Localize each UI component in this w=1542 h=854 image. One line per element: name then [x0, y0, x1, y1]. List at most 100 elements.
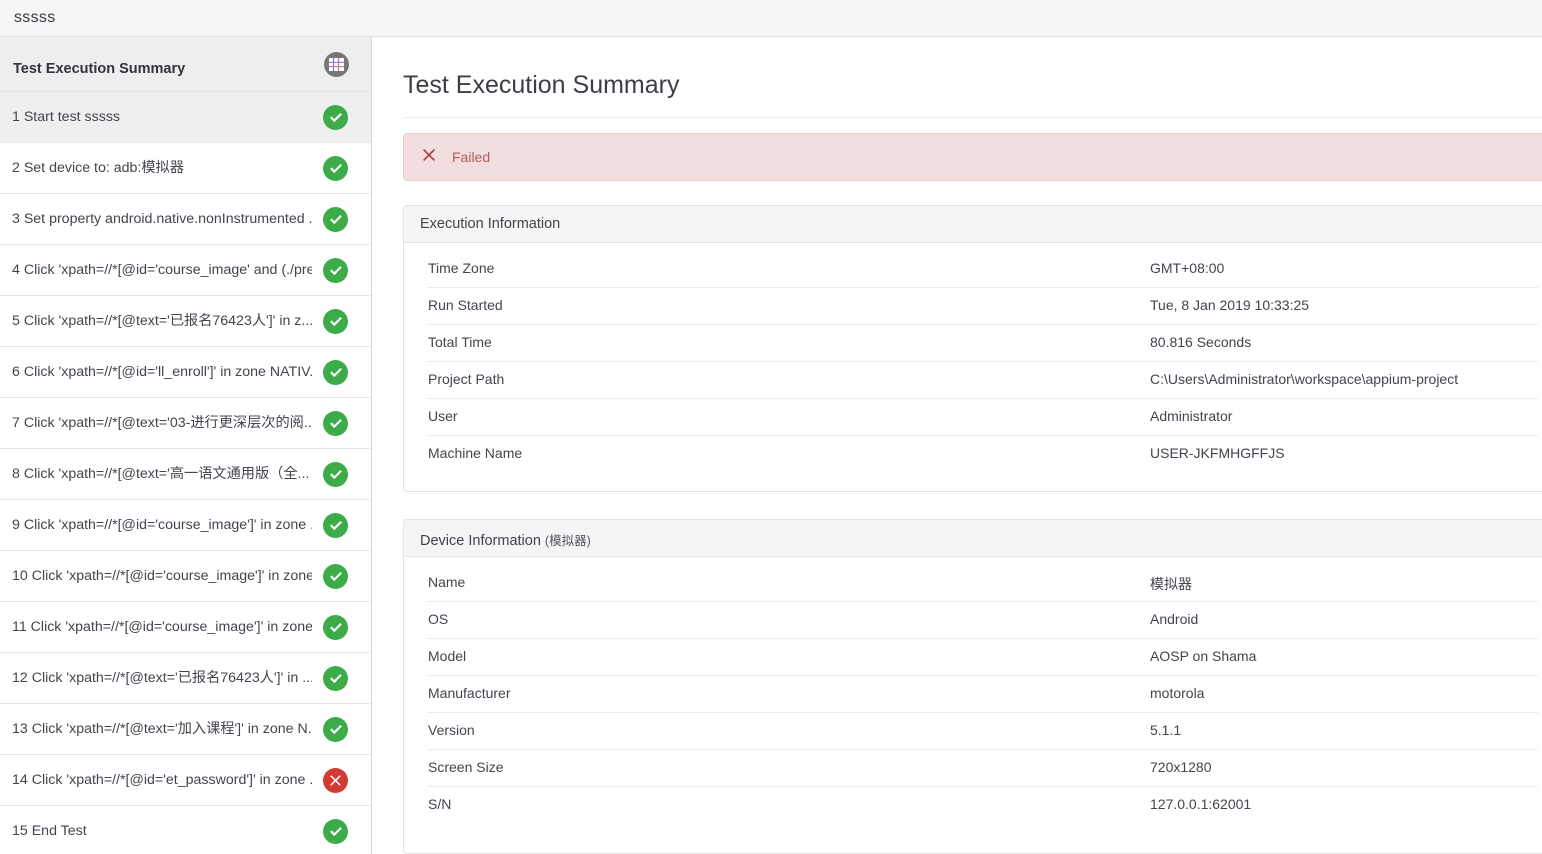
- execution-panel-title: Execution Information: [420, 216, 561, 232]
- execution-panel-body: Time Zone GMT+08:00 Run Started Tue, 8 Jan …: [404, 243, 1542, 481]
- info-row-key: User: [428, 408, 458, 424]
- execution-panel-header: Execution Information: [404, 206, 1542, 243]
- info-row-value: 720x1280: [1150, 759, 1212, 775]
- info-row-value: Administrator: [1150, 408, 1233, 424]
- test-step-label: 12 Click 'xpath=//*[@text='已报名76423人']' …: [12, 670, 312, 686]
- status-pass-icon: [323, 105, 348, 130]
- test-step-row[interactable]: 8 Click 'xpath=//*[@text='高一语文通用版（全...: [0, 449, 371, 500]
- test-step-label: 10 Click 'xpath=//*[@id='course_image']'…: [12, 568, 312, 584]
- device-panel-title-main: Device Information: [420, 533, 541, 549]
- title-divider: [403, 117, 1542, 118]
- device-panel-header: Device Information (模拟器): [404, 520, 1542, 557]
- test-step-label: 11 Click 'xpath=//*[@id='course_image']'…: [12, 619, 312, 635]
- info-row-value: Tue, 8 Jan 2019 10:33:25: [1150, 297, 1310, 313]
- info-row-value: GMT+08:00: [1150, 260, 1225, 276]
- info-row-value: 127.0.0.1:62001: [1150, 796, 1252, 812]
- info-row: OS Android: [428, 602, 1538, 639]
- status-pass-icon: [323, 717, 348, 742]
- test-step-row[interactable]: 4 Click 'xpath=//*[@id='course_image' an…: [0, 245, 371, 296]
- test-step-row[interactable]: 15 End Test: [0, 806, 371, 854]
- test-step-row[interactable]: 3 Set property android.native.nonInstrum…: [0, 194, 371, 245]
- test-step-label: 9 Click 'xpath=//*[@id='course_image']' …: [12, 517, 312, 533]
- status-banner-text: Failed: [452, 149, 491, 165]
- test-step-row[interactable]: 11 Click 'xpath=//*[@id='course_image']'…: [0, 602, 371, 653]
- info-row-key: Screen Size: [428, 759, 504, 775]
- info-row-value: 5.1.1: [1150, 722, 1182, 738]
- test-step-row[interactable]: 6 Click 'xpath=//*[@id='ll_enroll']' in …: [0, 347, 371, 398]
- status-pass-icon: [323, 462, 348, 487]
- table-grid-icon[interactable]: [324, 52, 349, 77]
- info-row: Machine Name USER-JKFMHGFFJS: [428, 436, 1538, 473]
- status-pass-icon: [323, 258, 348, 283]
- test-step-row[interactable]: 2 Set device to: adb:模拟器: [0, 143, 371, 194]
- info-row-value: AOSP on Shama: [1150, 648, 1257, 664]
- status-pass-icon: [323, 513, 348, 538]
- info-row: Manufacturer motorola: [428, 676, 1538, 713]
- status-pass-icon: [323, 615, 348, 640]
- info-row-value: C:\Users\Administrator\workspace\appium-…: [1150, 371, 1459, 387]
- device-panel-title: Device Information (模拟器): [420, 530, 591, 549]
- test-step-label: 2 Set device to: adb:模拟器: [12, 160, 184, 176]
- info-row: Name 模拟器: [428, 565, 1538, 602]
- test-step-row[interactable]: 1 Start test sssss: [0, 92, 371, 143]
- info-row-key: S/N: [428, 796, 452, 812]
- test-step-label: 15 End Test: [12, 823, 87, 839]
- info-row-key: Machine Name: [428, 445, 523, 461]
- status-pass-icon: [323, 156, 348, 181]
- sidebar-header[interactable]: Test Execution Summary: [0, 37, 371, 92]
- device-information-panel: Device Information (模拟器) Name 模拟器 OS Androi…: [403, 519, 1542, 854]
- info-row-value: 80.816 Seconds: [1150, 334, 1252, 350]
- info-row: S/N 127.0.0.1:62001: [428, 787, 1538, 824]
- test-step-label: 1 Start test sssss: [12, 109, 121, 125]
- test-step-label: 6 Click 'xpath=//*[@id='ll_enroll']' in …: [12, 364, 312, 380]
- test-step-row[interactable]: 5 Click 'xpath=//*[@text='已报名76423人']' i…: [0, 296, 371, 347]
- test-steps-list: 1 Start test sssss 2 Set device to: adb:模…: [0, 92, 371, 854]
- info-row: Time Zone GMT+08:00: [428, 251, 1538, 288]
- device-panel-subtitle: (模拟器): [544, 534, 591, 548]
- status-pass-icon: [323, 309, 348, 334]
- test-step-row[interactable]: 12 Click 'xpath=//*[@text='已报名76423人']' …: [0, 653, 371, 704]
- info-row-key: Manufacturer: [428, 685, 511, 701]
- test-step-row[interactable]: 10 Click 'xpath=//*[@id='course_image']'…: [0, 551, 371, 602]
- test-step-label: 8 Click 'xpath=//*[@text='高一语文通用版（全...: [12, 466, 310, 482]
- info-row: User Administrator: [428, 399, 1538, 436]
- info-row-key: Run Started: [428, 297, 503, 313]
- info-row-key: Total Time: [428, 334, 492, 350]
- info-row-key: Model: [428, 648, 467, 664]
- info-row: Project Path C:\Users\Administrator\works…: [428, 362, 1538, 399]
- info-row-key: OS: [428, 611, 449, 627]
- info-row-key: Project Path: [428, 371, 505, 387]
- test-step-label: 13 Click 'xpath=//*[@text='加入课程']' in zo…: [12, 721, 312, 737]
- info-row: Run Started Tue, 8 Jan 2019 10:33:25: [428, 288, 1538, 325]
- status-pass-icon: [323, 564, 348, 589]
- main-content: Test Execution Summary Failed Execution …: [373, 37, 1542, 854]
- info-row-value: Android: [1150, 611, 1199, 627]
- page-title: Test Execution Summary: [403, 71, 680, 99]
- test-step-row[interactable]: 9 Click 'xpath=//*[@id='course_image']' …: [0, 500, 371, 551]
- status-pass-icon: [323, 360, 348, 385]
- info-row-value: USER-JKFMHGFFJS: [1150, 445, 1285, 461]
- device-panel-body: Name 模拟器 OS Android Model AOSP on Shama Manufa…: [404, 557, 1542, 832]
- info-row: Screen Size 720x1280: [428, 750, 1538, 787]
- info-row: Total Time 80.816 Seconds: [428, 325, 1538, 362]
- test-step-label: 7 Click 'xpath=//*[@text='03-进行更深层次的阅...: [12, 415, 312, 431]
- test-step-label: 3 Set property android.native.nonInstrum…: [12, 211, 312, 227]
- window-title: sssss: [14, 9, 56, 26]
- info-row-key: Version: [428, 722, 475, 738]
- info-row-value: motorola: [1150, 685, 1205, 701]
- info-row-value: 模拟器: [1150, 576, 1192, 592]
- status-fail-icon: [323, 768, 348, 793]
- test-step-label: 5 Click 'xpath=//*[@text='已报名76423人']' i…: [12, 313, 312, 329]
- info-row: Version 5.1.1: [428, 713, 1538, 750]
- status-pass-icon: [323, 411, 348, 436]
- status-pass-icon: [323, 666, 348, 691]
- test-step-row[interactable]: 13 Click 'xpath=//*[@text='加入课程']' in zo…: [0, 704, 371, 755]
- test-step-label: 4 Click 'xpath=//*[@id='course_image' an…: [12, 262, 312, 278]
- status-pass-icon: [323, 819, 348, 844]
- test-step-row[interactable]: 7 Click 'xpath=//*[@text='03-进行更深层次的阅...: [0, 398, 371, 449]
- window-title-bar: sssss: [0, 0, 1542, 37]
- test-step-row[interactable]: 14 Click 'xpath=//*[@id='et_password']' …: [0, 755, 371, 806]
- status-pass-icon: [323, 207, 348, 232]
- info-row-key: Time Zone: [428, 260, 495, 276]
- status-banner-failed: Failed: [403, 133, 1542, 181]
